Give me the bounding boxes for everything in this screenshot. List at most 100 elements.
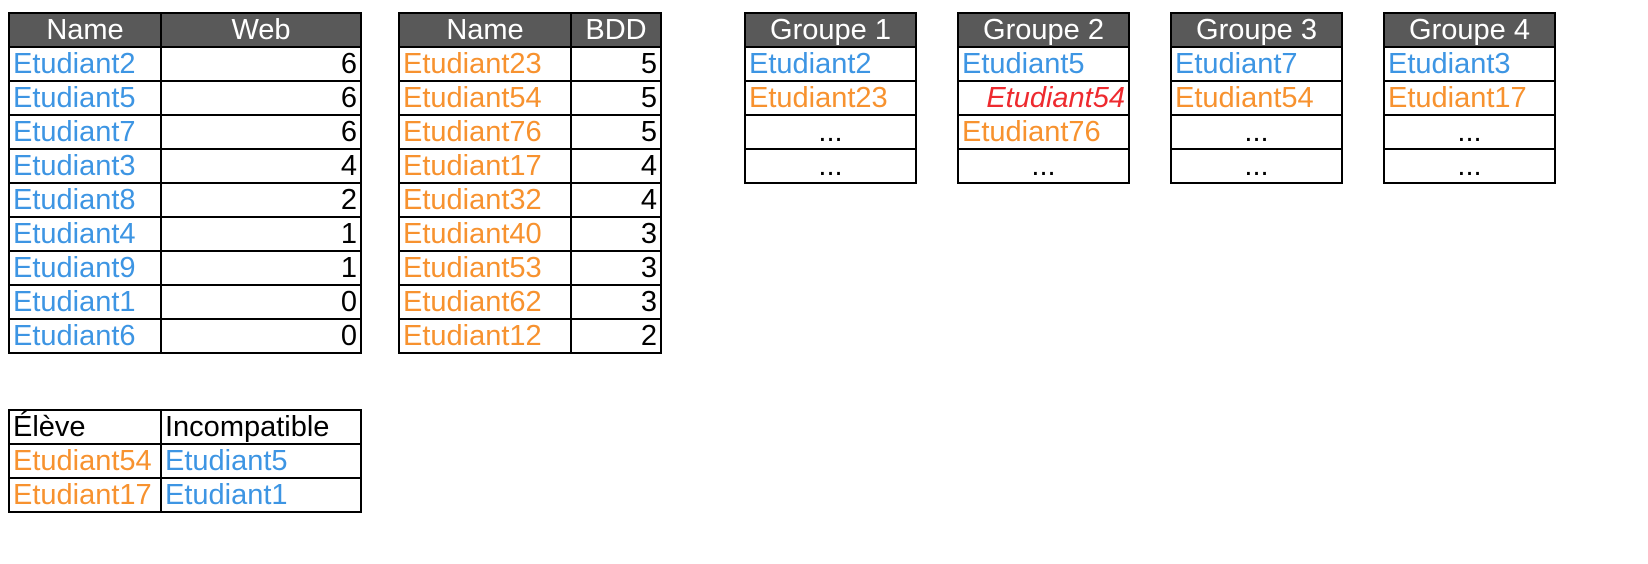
eleve-name: Etudiant17 — [8, 477, 162, 513]
table-row: Etudiant54 — [957, 80, 1130, 116]
web-score: 6 — [160, 80, 362, 116]
table-row: Etudiant8 2 — [8, 182, 362, 218]
table-row: Etudiant12 2 — [398, 318, 662, 354]
group-ellipsis: ... — [1170, 148, 1343, 184]
group-title: Groupe 2 — [957, 12, 1130, 48]
groupe-1-table: Groupe 1 Etudiant2 Etudiant23 ... ... — [744, 12, 917, 184]
bdd-score: 3 — [570, 216, 662, 252]
bdd-table: Name BDD Etudiant23 5 Etudiant54 5 Etudian… — [398, 12, 662, 354]
student-name: Etudiant23 — [398, 46, 572, 82]
group-ellipsis: ... — [1170, 114, 1343, 150]
table-header-row: Groupe 2 — [957, 12, 1130, 48]
student-name: Etudiant8 — [8, 182, 162, 218]
groupe-4-table: Groupe 4 Etudiant3 Etudiant17 ... ... — [1383, 12, 1556, 184]
student-name: Etudiant2 — [8, 46, 162, 82]
student-name: Etudiant62 — [398, 284, 572, 320]
table-row: Etudiant9 1 — [8, 250, 362, 286]
table-row: ... — [1383, 148, 1556, 184]
bdd-score: 4 — [570, 182, 662, 218]
group-member: Etudiant76 — [957, 114, 1130, 150]
group-member: Etudiant3 — [1383, 46, 1556, 82]
table-row: Etudiant53 3 — [398, 250, 662, 286]
table-row: Etudiant54 Etudiant5 — [8, 443, 362, 479]
table-row: Etudiant76 — [957, 114, 1130, 150]
column-header-name: Name — [8, 12, 162, 48]
groupe-3-table: Groupe 3 Etudiant7 Etudiant54 ... ... — [1170, 12, 1343, 184]
web-score: 2 — [160, 182, 362, 218]
table-row: Etudiant6 0 — [8, 318, 362, 354]
incompatible-name: Etudiant1 — [160, 477, 362, 513]
bdd-score: 5 — [570, 80, 662, 116]
table-header-row: Groupe 1 — [744, 12, 917, 48]
group-ellipsis: ... — [1383, 148, 1556, 184]
table-row: ... — [1170, 114, 1343, 150]
table-row: Etudiant62 3 — [398, 284, 662, 320]
group-member: Etudiant5 — [957, 46, 1130, 82]
student-name: Etudiant4 — [8, 216, 162, 252]
web-score: 6 — [160, 46, 362, 82]
bdd-score: 5 — [570, 46, 662, 82]
table-row: ... — [1383, 114, 1556, 150]
student-name: Etudiant17 — [398, 148, 572, 184]
student-name: Etudiant7 — [8, 114, 162, 150]
table-row: Etudiant3 4 — [8, 148, 362, 184]
student-name: Etudiant53 — [398, 250, 572, 286]
group-member: Etudiant23 — [744, 80, 917, 116]
web-score: 0 — [160, 318, 362, 354]
student-name: Etudiant1 — [8, 284, 162, 320]
eleve-name: Etudiant54 — [8, 443, 162, 479]
table-row: Etudiant1 0 — [8, 284, 362, 320]
table-row: ... — [957, 148, 1130, 184]
student-name: Etudiant3 — [8, 148, 162, 184]
table-header-row: Élève Incompatible — [8, 409, 362, 445]
group-ellipsis: ... — [1383, 114, 1556, 150]
student-name: Etudiant5 — [8, 80, 162, 116]
table-row: Etudiant23 5 — [398, 46, 662, 82]
web-score: 1 — [160, 250, 362, 286]
table-row: Etudiant17 — [1383, 80, 1556, 116]
table-row: ... — [744, 148, 917, 184]
column-header-eleve: Élève — [8, 409, 162, 445]
web-score: 4 — [160, 148, 362, 184]
table-row: Etudiant2 6 — [8, 46, 362, 82]
table-row: Etudiant17 4 — [398, 148, 662, 184]
column-header-bdd: BDD — [570, 12, 662, 48]
table-row: Etudiant54 — [1170, 80, 1343, 116]
groupe-2-table: Groupe 2 Etudiant5 Etudiant54 Etudiant76… — [957, 12, 1130, 184]
table-row: Etudiant23 — [744, 80, 917, 116]
group-title: Groupe 3 — [1170, 12, 1343, 48]
web-score: 6 — [160, 114, 362, 150]
incompatibility-table: Élève Incompatible Etudiant54 Etudiant5 E… — [8, 409, 362, 513]
student-name: Etudiant12 — [398, 318, 572, 354]
student-name: Etudiant9 — [8, 250, 162, 286]
student-name: Etudiant76 — [398, 114, 572, 150]
table-row: Etudiant3 — [1383, 46, 1556, 82]
student-name: Etudiant32 — [398, 182, 572, 218]
web-table: Name Web Etudiant2 6 Etudiant5 6 Etudiant7… — [8, 12, 362, 354]
student-name: Etudiant40 — [398, 216, 572, 252]
group-title: Groupe 4 — [1383, 12, 1556, 48]
web-score: 1 — [160, 216, 362, 252]
bdd-score: 4 — [570, 148, 662, 184]
table-row: Etudiant2 — [744, 46, 917, 82]
table-header-row: Name BDD — [398, 12, 662, 48]
bdd-score: 3 — [570, 250, 662, 286]
group-title: Groupe 1 — [744, 12, 917, 48]
group-ellipsis: ... — [957, 148, 1130, 184]
table-row: ... — [744, 114, 917, 150]
bdd-score: 2 — [570, 318, 662, 354]
table-row: Etudiant40 3 — [398, 216, 662, 252]
web-score: 0 — [160, 284, 362, 320]
student-name: Etudiant6 — [8, 318, 162, 354]
group-member-conflict: Etudiant54 — [957, 80, 1130, 116]
table-row: Etudiant17 Etudiant1 — [8, 477, 362, 513]
group-member: Etudiant54 — [1170, 80, 1343, 116]
table-row: Etudiant5 — [957, 46, 1130, 82]
student-name: Etudiant54 — [398, 80, 572, 116]
group-member: Etudiant2 — [744, 46, 917, 82]
table-row: ... — [1170, 148, 1343, 184]
table-header-row: Groupe 3 — [1170, 12, 1343, 48]
bdd-score: 5 — [570, 114, 662, 150]
column-header-incompatible: Incompatible — [160, 409, 362, 445]
bdd-score: 3 — [570, 284, 662, 320]
